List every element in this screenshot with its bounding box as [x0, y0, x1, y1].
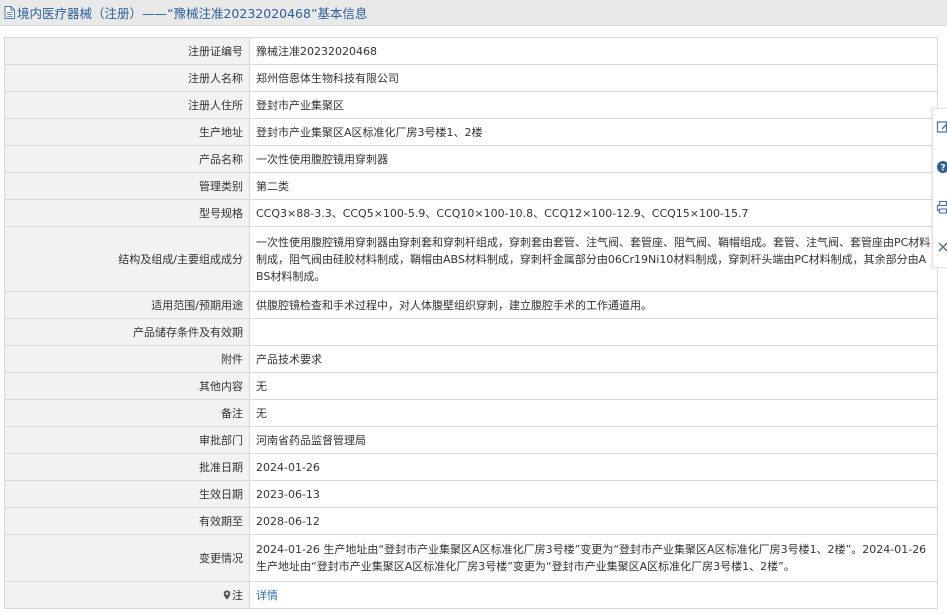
- row-label: 变更情况: [4, 534, 250, 582]
- table-row: 备注 无: [4, 399, 938, 427]
- info-table: 注册证编号 豫械注准20232020468 注册人名称 郑州倍恩体生物科技有限公…: [4, 37, 938, 609]
- row-value: 河南省药品监督管理局: [249, 426, 938, 454]
- table-row: 其他内容 无: [4, 372, 938, 400]
- row-value: 登封市产业集聚区A区标准化厂房3号楼1、2楼: [249, 118, 938, 146]
- table-row: 产品名称 一次性使用腹腔镜用穿刺器: [4, 145, 938, 173]
- note-label-cell: 注: [4, 581, 250, 609]
- help-icon[interactable]: ?: [936, 159, 947, 175]
- row-value: 郑州倍恩体生物科技有限公司: [249, 64, 938, 92]
- row-value: 产品技术要求: [249, 345, 938, 373]
- row-value: 豫械注准20232020468: [249, 37, 938, 65]
- row-label: 产品储存条件及有效期: [4, 318, 250, 346]
- document-icon: [4, 6, 15, 19]
- table-row: 变更情况 2024-01-26 生产地址由“登封市产业集聚区A区标准化厂房3号楼…: [4, 534, 938, 582]
- row-label: 管理类别: [4, 172, 250, 200]
- side-toolbar: ?: [932, 108, 947, 268]
- page-title: 境内医疗器械（注册）——“豫械注准20232020468”基本信息: [17, 6, 368, 21]
- table-row: 审批部门 河南省药品监督管理局: [4, 426, 938, 454]
- row-label: 注册人名称: [4, 64, 250, 92]
- table-row: 附件 产品技术要求: [4, 345, 938, 373]
- row-label: 生效日期: [4, 480, 250, 508]
- table-row: 注册证编号 豫械注准20232020468: [4, 37, 938, 65]
- table-row: 管理类别 第二类: [4, 172, 938, 200]
- row-value: [249, 318, 938, 346]
- row-value: 供腹腔镜检查和手术过程中，对人体腹壁组织穿刺，建立腹腔手术的工作通道用。: [249, 291, 938, 319]
- row-value: 一次性使用腹腔镜用穿刺器: [249, 145, 938, 173]
- row-value: 2024-01-26 生产地址由“登封市产业集聚区A区标准化厂房3号楼”变更为“…: [249, 534, 938, 582]
- row-value: 登封市产业集聚区: [249, 91, 938, 119]
- row-label: 备注: [4, 399, 250, 427]
- row-value: 无: [249, 372, 938, 400]
- row-label: 生产地址: [4, 118, 250, 146]
- table-row: 有效期至 2028-06-12: [4, 507, 938, 535]
- row-label: 适用范围/预期用途: [4, 291, 250, 319]
- table-row: 产品储存条件及有效期: [4, 318, 938, 346]
- detail-link[interactable]: 详情: [256, 589, 278, 602]
- row-label: 注册人住所: [4, 91, 250, 119]
- row-label: 产品名称: [4, 145, 250, 173]
- row-value: 2024-01-26: [249, 453, 938, 481]
- edit-icon[interactable]: [936, 119, 947, 135]
- table-row: 批准日期 2024-01-26: [4, 453, 938, 481]
- table-row: 生效日期 2023-06-13: [4, 480, 938, 508]
- page-title-bar: 境内医疗器械（注册）——“豫械注准20232020468”基本信息: [0, 0, 947, 26]
- row-value: 2028-06-12: [249, 507, 938, 535]
- row-label: 批准日期: [4, 453, 250, 481]
- row-label: 型号规格: [4, 199, 250, 227]
- map-pin-icon: [223, 590, 231, 599]
- note-value-cell: 详情: [249, 581, 938, 609]
- table-row: 适用范围/预期用途 供腹腔镜检查和手术过程中，对人体腹壁组织穿刺，建立腹腔手术的…: [4, 291, 938, 319]
- close-icon[interactable]: [936, 239, 947, 255]
- table-row: 生产地址 登封市产业集聚区A区标准化厂房3号楼1、2楼: [4, 118, 938, 146]
- row-value: 第二类: [249, 172, 938, 200]
- table-row: 注册人住所 登封市产业集聚区: [4, 91, 938, 119]
- row-label: 结构及组成/主要组成成分: [4, 226, 250, 292]
- row-value: 2023-06-13: [249, 480, 938, 508]
- row-value: 无: [249, 399, 938, 427]
- table-row: 结构及组成/主要组成成分 一次性使用腹腔镜用穿刺器由穿刺套和穿刺杆组成，穿刺套由…: [4, 226, 938, 292]
- svg-text:?: ?: [940, 164, 945, 174]
- row-label: 审批部门: [4, 426, 250, 454]
- table-row: 型号规格 CCQ3×88-3.3、CCQ5×100-5.9、CCQ10×100-…: [4, 199, 938, 227]
- row-label: 其他内容: [4, 372, 250, 400]
- table-row: 注册人名称 郑州倍恩体生物科技有限公司: [4, 64, 938, 92]
- row-value: 一次性使用腹腔镜用穿刺器由穿刺套和穿刺杆组成，穿刺套由套管、注气阀、套管座、阻气…: [249, 226, 938, 292]
- row-label: 有效期至: [4, 507, 250, 535]
- row-label: 附件: [4, 345, 250, 373]
- note-label: 注: [232, 588, 243, 602]
- row-value: CCQ3×88-3.3、CCQ5×100-5.9、CCQ10×100-10.8、…: [249, 199, 938, 227]
- table-row-note: 注 详情: [4, 581, 938, 609]
- row-label: 注册证编号: [4, 37, 250, 65]
- print-icon[interactable]: [936, 199, 947, 215]
